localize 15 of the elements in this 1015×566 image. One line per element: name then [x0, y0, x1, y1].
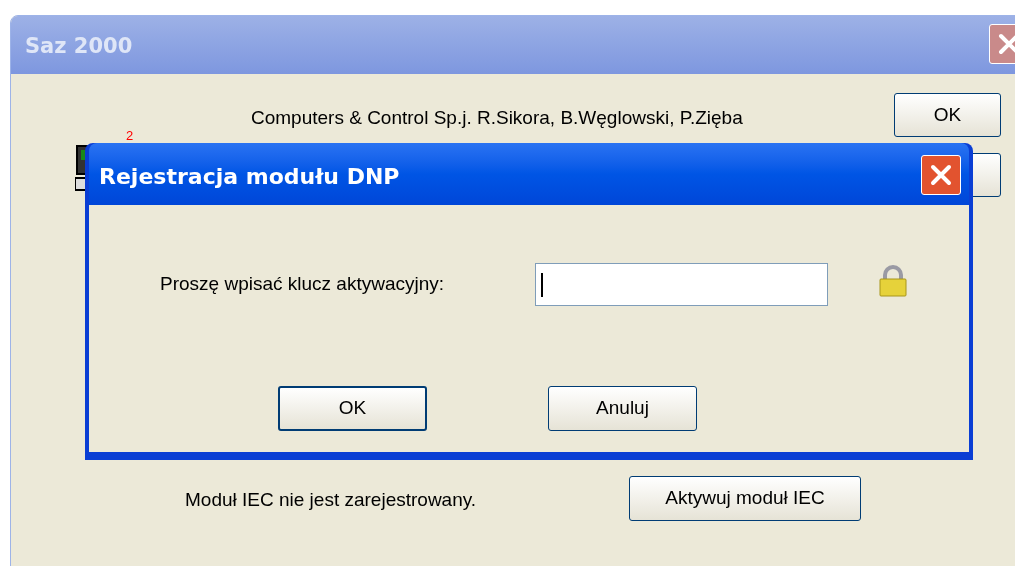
activate-iec-button[interactable]: Aktywuj moduł IEC [629, 476, 861, 521]
cancel-button[interactable]: Anuluj [548, 386, 697, 431]
lock-icon [878, 265, 908, 297]
close-icon [998, 33, 1015, 55]
ok-button[interactable]: OK [278, 386, 427, 431]
window-title: Saz 2000 [25, 33, 133, 60]
iec-status-text: Moduł IEC nie jest zarejestrowany. [185, 488, 477, 512]
badge-number: 2 [126, 127, 134, 145]
close-icon [930, 164, 952, 186]
ok-button[interactable]: OK [894, 93, 1001, 137]
activation-key-label: Proszę wpisać klucz aktywacyjny: [160, 272, 445, 296]
dialog-title: Rejestracja modułu DNP [99, 163, 400, 191]
activation-key-field[interactable] [535, 263, 828, 306]
company-text: Computers & Control Sp.j. R.Sikora, B.Węglowski, P.Zięba [251, 106, 743, 130]
close-button[interactable] [921, 155, 961, 195]
